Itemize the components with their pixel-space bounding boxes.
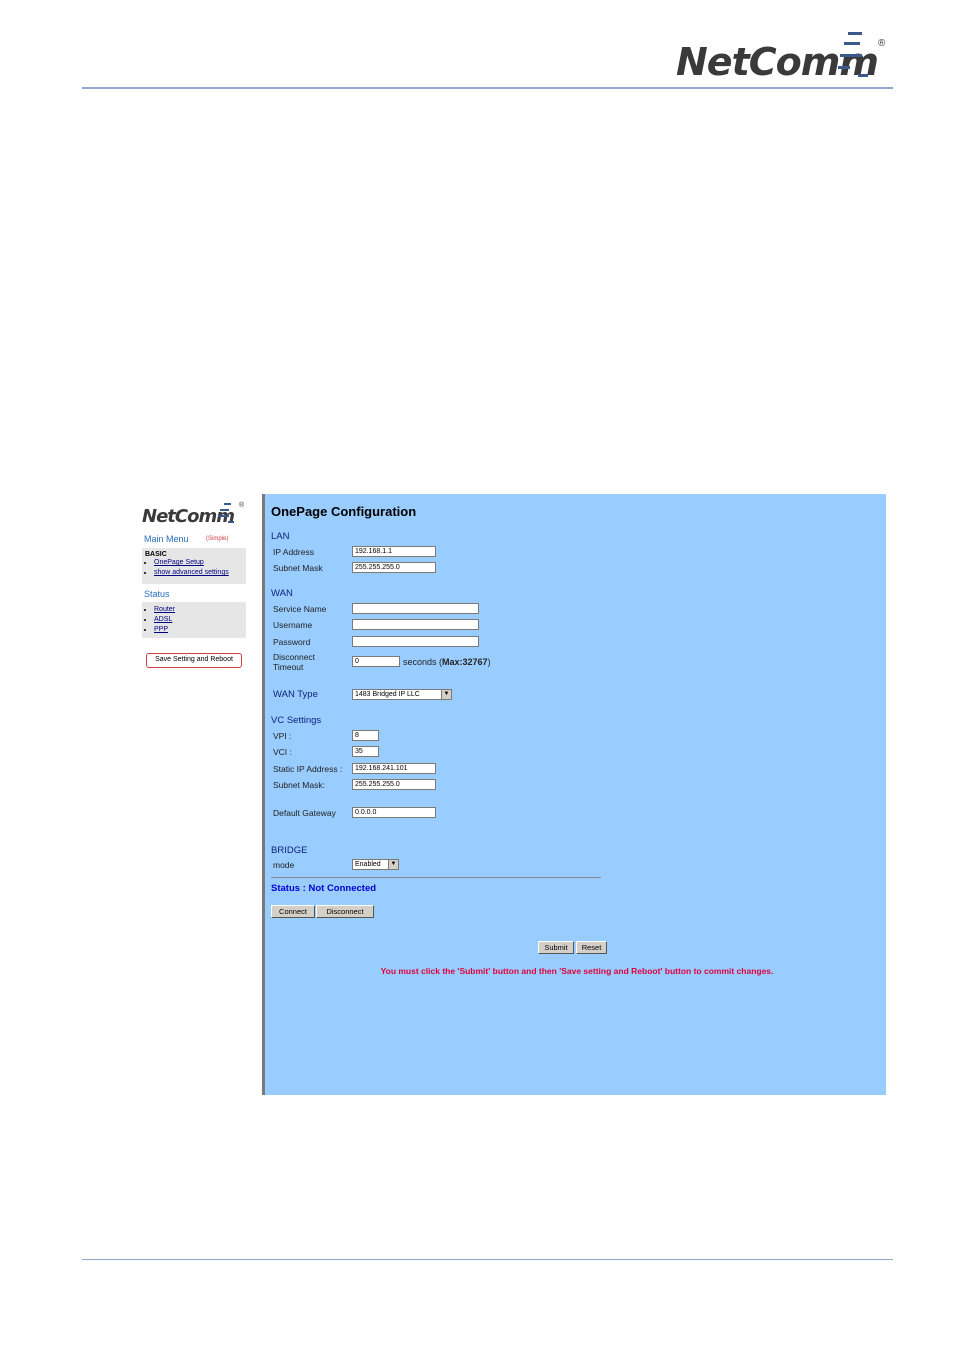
password-input[interactable] [352, 636, 479, 647]
lan-heading: LAN [271, 531, 290, 542]
vpi-input[interactable]: 8 [352, 730, 379, 741]
vci-label: VCI : [273, 747, 292, 757]
logo-stripe [228, 521, 234, 523]
header-rule [82, 87, 893, 89]
password-label: Password [273, 637, 311, 647]
adsl-status-link[interactable]: ADSL [154, 616, 172, 623]
service-name-label: Service Name [273, 604, 327, 614]
wan-type-select[interactable]: 1483 Bridged IP LLC ▼ [352, 689, 452, 700]
wan-heading: WAN [271, 588, 293, 599]
header-brand-text: NetComm [676, 40, 879, 84]
disconnect-button[interactable]: Disconnect [316, 905, 374, 918]
sidebar: NetComm ® Main Menu (Simple) BASIC OnePa… [140, 500, 248, 680]
logo-stripe [218, 515, 229, 517]
username-input[interactable] [352, 619, 479, 630]
sidebar-item-onepage-setup: OnePage Setup [154, 558, 246, 568]
submit-button[interactable]: Submit [538, 941, 574, 954]
page-title: OnePage Configuration [271, 504, 417, 519]
chevron-down-icon[interactable]: ▼ [441, 690, 451, 699]
static-ip-input[interactable]: 192.168.241.101 [352, 763, 436, 774]
timeout-close-paren: ) [487, 657, 491, 667]
timeout-seconds-text: seconds ( [403, 657, 443, 667]
config-panel: OnePage Configuration LAN IP Address 192… [262, 494, 886, 1095]
save-setting-reboot-button[interactable]: Save Setting and Reboot [146, 653, 242, 668]
logo-stripe [224, 503, 231, 505]
logo-stripe [838, 66, 850, 69]
logo-stripe [844, 42, 860, 45]
menu-mode-tag: (Simple) [206, 536, 229, 542]
logo-stripe [858, 74, 868, 77]
sidebar-item-ppp: PPP [154, 625, 246, 635]
static-ip-label: Static IP Address : [273, 764, 343, 774]
footer-rule [82, 1259, 893, 1260]
show-advanced-settings-link[interactable]: show advanced settings [154, 569, 229, 576]
default-gateway-label: Default Gateway [273, 808, 336, 818]
status-menu-title: Status [144, 589, 170, 599]
basic-heading: BASIC [145, 551, 167, 558]
logo-stripe [840, 54, 862, 57]
router-status-link[interactable]: Router [154, 606, 175, 613]
basic-menu-box: BASIC OnePage Setup show advanced settin… [142, 548, 246, 584]
commit-warning: You must click the 'Submit' button and t… [380, 966, 774, 976]
default-gateway-input[interactable]: 0.0.0.0 [352, 807, 436, 818]
wan-type-label: WAN Type [273, 689, 318, 700]
header-reg-mark: ® [878, 38, 886, 49]
vci-input[interactable]: 35 [352, 746, 379, 757]
bridge-mode-select[interactable]: Enabled ▼ [352, 859, 399, 870]
disconnect-timeout-input[interactable]: 0 [352, 656, 400, 667]
section-divider [271, 877, 601, 878]
service-name-input[interactable] [352, 603, 479, 614]
sidebar-reg-mark: ® [239, 502, 245, 509]
onepage-setup-link[interactable]: OnePage Setup [154, 559, 204, 566]
disconnect-timeout-label: Disconnect [273, 652, 316, 662]
lan-mask-label: Subnet Mask [273, 563, 323, 573]
bridge-mode-selected: Enabled [355, 861, 381, 868]
header-logo: NetComm ® [672, 30, 892, 84]
status-menu-list: Router ADSL PPP [142, 602, 246, 635]
logo-stripe [220, 509, 229, 511]
status-menu-box: Router ADSL PPP [142, 602, 246, 638]
chevron-down-icon[interactable]: ▼ [388, 860, 398, 869]
username-label: Username [273, 620, 313, 630]
sidebar-item-router: Router [154, 605, 246, 615]
basic-menu-list: OnePage Setup show advanced settings [142, 558, 246, 578]
reset-button[interactable]: Reset [576, 941, 607, 954]
timeout-hint: seconds (Max:32767) [403, 657, 491, 667]
main-menu-title: Main Menu [144, 534, 189, 544]
lan-ip-input[interactable]: 192.168.1.1 [352, 546, 436, 557]
sidebar-item-advanced-settings: show advanced settings [154, 568, 246, 578]
vc-settings-heading: VC Settings [271, 715, 322, 726]
sidebar-item-adsl: ADSL [154, 615, 246, 625]
lan-ip-label: IP Address [273, 547, 314, 557]
connection-status: Status : Not Connected [271, 883, 377, 894]
sidebar-logo: NetComm ® [140, 500, 248, 528]
logo-stripe [848, 32, 862, 35]
vc-mask-input[interactable]: 255.255.255.0 [352, 779, 436, 790]
vpi-label: VPI : [273, 731, 292, 741]
connect-button[interactable]: Connect [271, 905, 315, 918]
disconnect-timeout-label-2: Timeout [273, 662, 304, 672]
wan-type-selected: 1483 Bridged IP LLC [355, 691, 420, 698]
vc-mask-label: Subnet Mask: [273, 780, 325, 790]
bridge-mode-label: mode [273, 860, 295, 870]
ppp-status-link[interactable]: PPP [154, 626, 168, 633]
bridge-heading: BRIDGE [271, 845, 308, 856]
timeout-max-text: Max:32767 [442, 657, 488, 667]
lan-mask-input[interactable]: 255.255.255.0 [352, 562, 436, 573]
